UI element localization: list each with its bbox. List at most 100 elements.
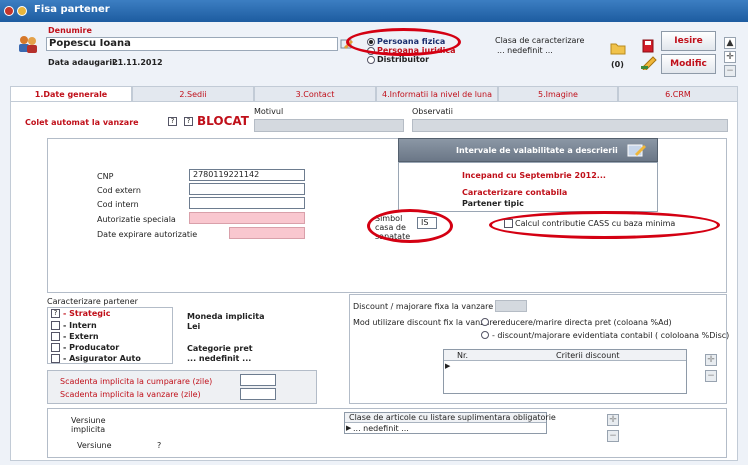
clase-articole-header-label: Clase de articole cu listare suplimentar… xyxy=(349,413,556,422)
cnp-field[interactable]: 2780119221142 xyxy=(189,169,305,181)
extern-checkbox[interactable] xyxy=(51,332,60,341)
remove-criteriu-icon[interactable]: − xyxy=(705,370,717,382)
clasa-caracterizare-value[interactable]: ... nedefinit ... xyxy=(497,46,553,55)
attachments-count: (0) xyxy=(611,60,624,69)
producator-label: - Producator xyxy=(63,343,120,352)
clase-articole-header: Clase de articole cu listare suplimentar… xyxy=(345,413,556,423)
clase-articole-value: ... nedefinit ... xyxy=(353,424,409,433)
scadenta-cumparare-field[interactable] xyxy=(240,374,276,386)
denumire-label: Denumire xyxy=(48,26,92,35)
add-clasa-icon[interactable]: ✛ xyxy=(607,414,619,426)
scadenta-cumparare-label: Scadenta implicita la cumparare (zile) xyxy=(60,377,213,386)
radio-distribuitor[interactable] xyxy=(367,56,375,64)
blocat-checkbox[interactable]: ? xyxy=(184,117,193,126)
tab-date-generale[interactable]: 1.Date generale xyxy=(10,86,132,102)
versiune-implicita-label-1: Versiune xyxy=(71,416,106,425)
incepand-label[interactable]: Incepand cu Septembrie 2012... xyxy=(462,171,606,180)
colet-automat-label: Colet automat la vanzare xyxy=(25,118,139,127)
partner-window: Fisa partener Denumire Popescu Ioana Dat… xyxy=(0,0,748,465)
cod-extern-label: Cod extern xyxy=(97,186,141,195)
add-criteriu-icon[interactable]: ✛ xyxy=(705,354,717,366)
radio-reducere-directa[interactable] xyxy=(481,318,489,326)
edit-pencil-icon[interactable] xyxy=(640,56,658,70)
blocat-label: BLOCAT xyxy=(197,114,249,128)
name-field[interactable]: Popescu Ioana xyxy=(46,37,338,51)
general-panel: Colet automat la vanzare ? ? BLOCAT Moti… xyxy=(10,101,738,461)
validity-header: Intervale de valabilitate a descrierii xyxy=(398,138,658,162)
categorie-pret-value[interactable]: ... nedefinit ... xyxy=(187,354,251,363)
data-expirare-label: Date expirare autorizatie xyxy=(97,230,198,239)
iesire-button[interactable]: Iesire xyxy=(661,31,716,51)
validity-title: Intervale de valabilitate a descrierii xyxy=(456,146,618,155)
data-expirare-field[interactable] xyxy=(229,227,305,239)
scadenta-box: Scadenta implicita la cumparare (zile) S… xyxy=(47,370,317,404)
partners-icon xyxy=(19,36,37,53)
edit-interval-icon[interactable] xyxy=(627,143,647,158)
folder-icon[interactable] xyxy=(610,41,626,55)
close-window-icon[interactable] xyxy=(4,6,14,16)
modific-button[interactable]: Modific xyxy=(661,54,716,74)
discount-fix-label: Discount / majorare fixa la vanzare (%) xyxy=(353,302,510,311)
tab-crm[interactable]: 6.CRM xyxy=(618,86,738,102)
annotation-oval xyxy=(367,209,453,243)
caracterizare-contabila-label: Caracterizare contabila xyxy=(462,188,568,197)
autorizatie-speciala-label: Autorizatie speciala xyxy=(97,215,176,224)
row-pointer-icon: ▶ xyxy=(445,362,451,370)
distribuitor-label: Distribuitor xyxy=(377,55,430,64)
validity-body: Incepand cu Septembrie 2012... Caracteri… xyxy=(398,162,658,212)
scadenta-vanzare-field[interactable] xyxy=(240,388,276,400)
col-nr: Nr. xyxy=(457,351,469,360)
intern-label: - Intern xyxy=(63,321,97,330)
reducere-directa-label: - reducere/marire directa pret (coloana … xyxy=(492,318,672,327)
scadenta-vanzare-label: Scadenta implicita la vanzare (zile) xyxy=(60,390,201,399)
partener-tipic-label: Partener tipic xyxy=(462,199,524,208)
add-icon[interactable]: ✛ xyxy=(724,51,736,63)
strategic-checkbox[interactable]: ? xyxy=(51,309,60,318)
moneda-implicita-value[interactable]: Lei xyxy=(187,322,200,331)
header-area: Denumire Popescu Ioana Data adaugarii: 2… xyxy=(0,22,748,82)
intern-checkbox[interactable] xyxy=(51,321,60,330)
row-pointer-icon: ▶ xyxy=(346,424,352,432)
versiune-value[interactable]: ? xyxy=(157,441,161,450)
move-up-icon[interactable]: ▲ xyxy=(724,37,736,49)
caracterizare-partener-title: Caracterizare partener xyxy=(47,297,138,306)
tab-bar: 1.Date generale 2.Sedii 3.Contact 4.Info… xyxy=(10,86,738,102)
categorie-pret-label: Categorie pret xyxy=(187,344,253,353)
clase-articole-grid[interactable]: Clase de articole cu listare suplimentar… xyxy=(344,412,556,434)
discount-grid[interactable]: Nr. Criterii discount ▶ xyxy=(443,349,687,394)
asigurator-auto-checkbox[interactable] xyxy=(51,354,60,363)
date-value: 21.11.2012 xyxy=(112,58,163,67)
col-criterii-discount: Criterii discount xyxy=(556,351,620,360)
tab-sedii[interactable]: 2.Sedii xyxy=(132,86,254,102)
cod-intern-field[interactable] xyxy=(189,197,305,209)
cod-intern-label: Cod intern xyxy=(97,200,139,209)
cod-extern-field[interactable] xyxy=(189,183,305,195)
name-value: Popescu Ioana xyxy=(49,38,131,49)
remove-icon[interactable]: − xyxy=(724,65,736,77)
date-label: Data adaugarii: xyxy=(48,58,119,67)
versiune-implicita-label-2: implicita xyxy=(71,425,106,434)
producator-checkbox[interactable] xyxy=(51,343,60,352)
observatii-field[interactable] xyxy=(412,119,728,132)
window-title: Fisa partener xyxy=(34,4,110,15)
autorizatie-speciala-field[interactable] xyxy=(189,212,305,224)
motivul-field[interactable] xyxy=(254,119,404,132)
discount-fix-field[interactable] xyxy=(495,300,527,312)
tab-informatii-luna[interactable]: 4.Informatii la nivel de luna xyxy=(376,86,498,102)
save-icon[interactable] xyxy=(642,39,654,53)
moneda-implicita-label: Moneda implicita xyxy=(187,312,265,321)
minimize-window-icon[interactable] xyxy=(17,6,27,16)
versiune-label: Versiune xyxy=(77,441,112,450)
radio-discount-contabil[interactable] xyxy=(481,331,489,339)
annotation-oval xyxy=(489,211,720,239)
mod-utilizare-label: Mod utilizare discount fix la vanzare xyxy=(353,318,498,327)
colet-automat-help[interactable]: ? xyxy=(168,117,177,126)
asigurator-auto-label: - Asigurator Auto xyxy=(63,354,141,363)
clasa-caracterizare-label: Clasa de caracterizare xyxy=(495,36,585,45)
tab-imagine[interactable]: 5.Imagine xyxy=(498,86,618,102)
tab-contact[interactable]: 3.Contact xyxy=(254,86,376,102)
extern-label: - Extern xyxy=(63,332,99,341)
remove-clasa-icon[interactable]: − xyxy=(607,430,619,442)
observatii-label: Observatii xyxy=(412,107,453,116)
cnp-label: CNP xyxy=(97,172,114,181)
